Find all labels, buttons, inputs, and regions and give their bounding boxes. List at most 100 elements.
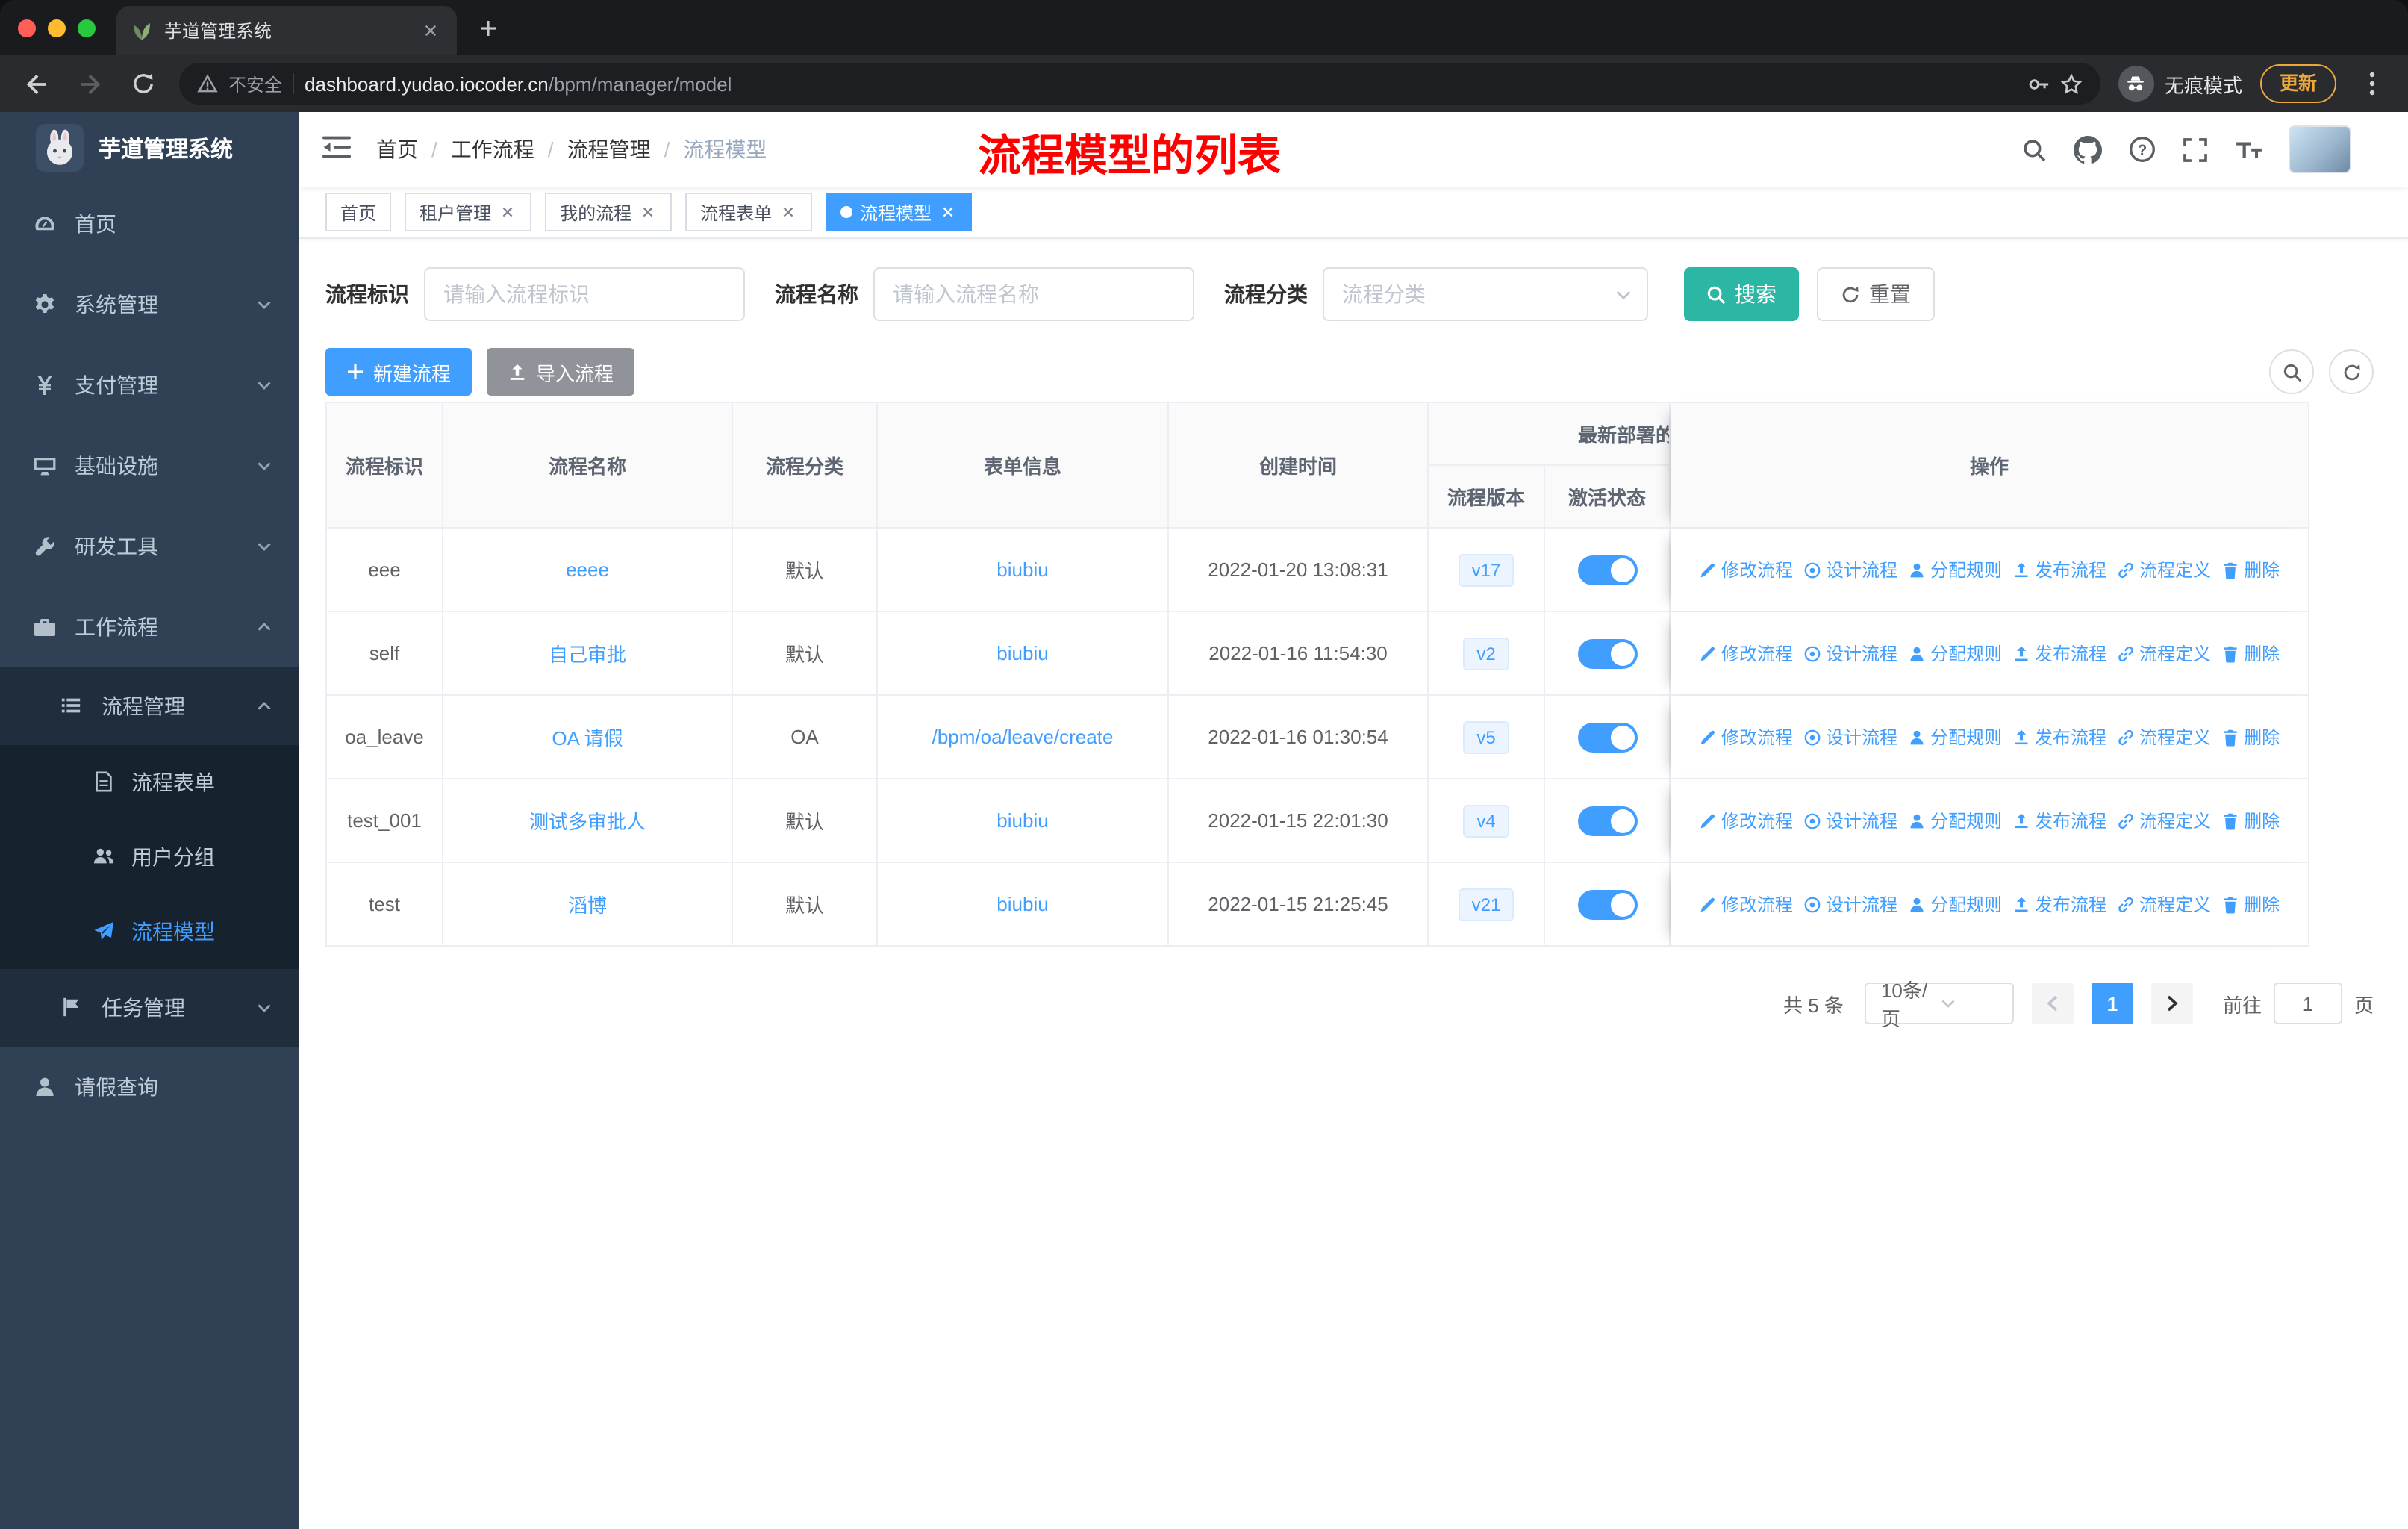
search-button[interactable]: 搜索 <box>1684 267 1799 321</box>
new-tab-button[interactable] <box>475 15 502 42</box>
op-assign-rule[interactable]: 分配规则 <box>1908 724 2002 750</box>
prev-page-button[interactable] <box>2031 983 2074 1024</box>
op-edit-process[interactable]: 修改流程 <box>1699 557 1793 582</box>
menu-dots-icon[interactable] <box>2354 66 2390 102</box>
op-edit-process[interactable]: 修改流程 <box>1699 641 1793 666</box>
op-design-process[interactable]: 设计流程 <box>1803 891 1897 917</box>
status-toggle[interactable] <box>1577 555 1637 585</box>
sidebar-item-leave-query[interactable]: 请假查询 <box>0 1047 299 1127</box>
op-process-definition[interactable]: 流程定义 <box>2117 891 2211 917</box>
window-close-button[interactable] <box>18 19 36 37</box>
op-assign-rule[interactable]: 分配规则 <box>1908 557 2002 582</box>
op-process-definition[interactable]: 流程定义 <box>2117 557 2211 582</box>
row-process-name-link[interactable]: eeee <box>566 558 609 581</box>
page-size-select[interactable]: 10条/页 <box>1864 980 2014 1030</box>
window-zoom-button[interactable] <box>78 19 96 37</box>
row-form-link[interactable]: biubiu <box>996 642 1048 664</box>
tag-my-process[interactable]: 我的流程 <box>545 193 673 231</box>
op-assign-rule[interactable]: 分配规则 <box>1908 808 2002 833</box>
github-icon[interactable] <box>2074 135 2102 164</box>
address-bar[interactable]: 不安全 dashboard.yudao.iocoder.cn/bpm/manag… <box>179 63 2100 105</box>
star-icon[interactable] <box>2060 72 2083 95</box>
tab-close-icon[interactable] <box>418 19 442 43</box>
row-form-link[interactable]: biubiu <box>996 558 1048 581</box>
row-process-name-link[interactable]: 滔博 <box>568 890 607 918</box>
sidebar-item-home[interactable]: 首页 <box>0 184 299 264</box>
fullscreen-icon[interactable] <box>2181 135 2209 164</box>
search-icon[interactable] <box>2020 135 2048 164</box>
key-icon[interactable] <box>2027 72 2050 95</box>
page-number-1[interactable]: 1 <box>2091 983 2133 1024</box>
category-select[interactable]: 流程分类 <box>1323 267 1648 321</box>
breadcrumb-item[interactable]: 首页 <box>376 134 418 164</box>
op-delete[interactable]: 删除 <box>2221 891 2280 917</box>
row-process-name-link[interactable]: 测试多审批人 <box>529 806 646 835</box>
sidebar-item-process-model[interactable]: 流程模型 <box>0 894 299 969</box>
close-icon[interactable] <box>939 203 957 221</box>
update-button[interactable]: 更新 <box>2259 64 2336 103</box>
process-name-input[interactable] <box>873 267 1194 321</box>
op-process-definition[interactable]: 流程定义 <box>2117 724 2211 750</box>
window-minimize-button[interactable] <box>48 19 66 37</box>
sidebar-item-payment[interactable]: 支付管理 <box>0 345 299 426</box>
sidebar-item-process-management[interactable]: 流程管理 <box>0 667 299 745</box>
hamburger-icon[interactable] <box>322 134 352 164</box>
op-process-definition[interactable]: 流程定义 <box>2117 641 2211 666</box>
reload-button[interactable] <box>125 66 161 102</box>
next-page-button[interactable] <box>2150 983 2193 1024</box>
status-toggle[interactable] <box>1577 889 1637 919</box>
op-delete[interactable]: 删除 <box>2221 724 2280 750</box>
close-icon[interactable] <box>639 203 657 221</box>
tag-tenant[interactable]: 租户管理 <box>405 193 532 231</box>
reset-button[interactable]: 重置 <box>1817 267 1935 321</box>
op-edit-process[interactable]: 修改流程 <box>1699 891 1793 917</box>
op-delete[interactable]: 删除 <box>2221 808 2280 833</box>
browser-tab[interactable]: 芋道管理系统 <box>116 6 457 55</box>
tag-home[interactable]: 首页 <box>325 193 392 231</box>
op-publish-process[interactable]: 发布流程 <box>2012 557 2106 582</box>
sidebar-item-task-management[interactable]: 任务管理 <box>0 969 299 1047</box>
op-assign-rule[interactable]: 分配规则 <box>1908 641 2002 666</box>
sidebar-item-system[interactable]: 系统管理 <box>0 264 299 345</box>
op-publish-process[interactable]: 发布流程 <box>2012 724 2106 750</box>
forward-button[interactable] <box>72 66 107 102</box>
import-process-button[interactable]: 导入流程 <box>487 348 635 396</box>
row-form-link[interactable]: biubiu <box>996 893 1048 915</box>
refresh-button[interactable] <box>2329 349 2374 394</box>
op-process-definition[interactable]: 流程定义 <box>2117 808 2211 833</box>
sidebar-item-infrastructure[interactable]: 基础设施 <box>0 426 299 506</box>
op-delete[interactable]: 删除 <box>2221 641 2280 666</box>
op-edit-process[interactable]: 修改流程 <box>1699 724 1793 750</box>
sidebar-item-devtools[interactable]: 研发工具 <box>0 506 299 587</box>
status-toggle[interactable] <box>1577 638 1637 668</box>
tag-process-model[interactable]: 流程模型 <box>826 193 973 231</box>
op-design-process[interactable]: 设计流程 <box>1803 557 1897 582</box>
status-toggle[interactable] <box>1577 722 1637 752</box>
row-process-name-link[interactable]: OA 请假 <box>552 723 623 751</box>
sidebar-item-process-form[interactable]: 流程表单 <box>0 745 299 820</box>
op-design-process[interactable]: 设计流程 <box>1803 808 1897 833</box>
op-design-process[interactable]: 设计流程 <box>1803 641 1897 666</box>
op-design-process[interactable]: 设计流程 <box>1803 724 1897 750</box>
goto-page-input[interactable] <box>2273 983 2342 1024</box>
op-publish-process[interactable]: 发布流程 <box>2012 891 2106 917</box>
row-process-name-link[interactable]: 自己审批 <box>549 639 626 667</box>
back-button[interactable] <box>18 66 54 102</box>
op-publish-process[interactable]: 发布流程 <box>2012 641 2106 666</box>
breadcrumb-item[interactable]: 工作流程 <box>451 134 534 164</box>
op-assign-rule[interactable]: 分配规则 <box>1908 891 2002 917</box>
op-edit-process[interactable]: 修改流程 <box>1699 808 1793 833</box>
row-form-link[interactable]: biubiu <box>996 809 1048 832</box>
close-icon[interactable] <box>499 203 517 221</box>
row-form-link[interactable]: /bpm/oa/leave/create <box>932 726 1114 748</box>
sidebar-item-user-group[interactable]: 用户分组 <box>0 820 299 894</box>
toggle-search-button[interactable] <box>2269 349 2314 394</box>
process-key-input[interactable] <box>424 267 745 321</box>
create-process-button[interactable]: 新建流程 <box>325 348 472 396</box>
breadcrumb-item[interactable]: 流程管理 <box>567 134 651 164</box>
status-toggle[interactable] <box>1577 806 1637 835</box>
avatar[interactable] <box>2289 125 2351 173</box>
font-size-icon[interactable] <box>2235 135 2263 164</box>
op-delete[interactable]: 删除 <box>2221 557 2280 582</box>
sidebar-item-workflow[interactable]: 工作流程 <box>0 587 299 667</box>
